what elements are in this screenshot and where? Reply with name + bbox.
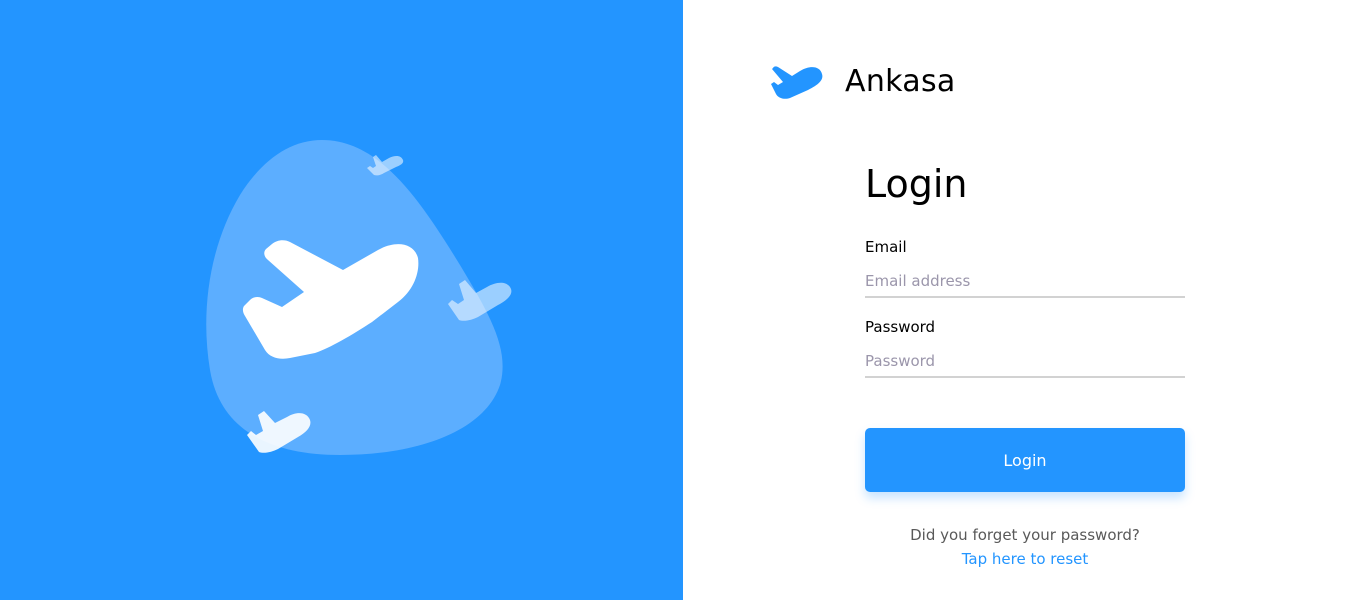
login-panel: Ankasa Login Email Password Login Did yo… xyxy=(683,0,1366,600)
email-label: Email xyxy=(865,238,907,256)
brand: Ankasa xyxy=(770,62,955,102)
plane-takeoff-icon xyxy=(771,66,823,99)
page-title: Login xyxy=(865,162,968,206)
brand-name: Ankasa xyxy=(845,64,956,99)
forgot-password-text: Did you forget your password? xyxy=(910,526,1140,544)
hero-illustration xyxy=(206,140,512,455)
login-button[interactable]: Login xyxy=(865,428,1185,492)
reset-password-link[interactable]: Tap here to reset xyxy=(865,549,1185,569)
password-label: Password xyxy=(865,318,936,336)
hero-panel xyxy=(0,0,683,600)
password-field[interactable] xyxy=(865,346,1185,378)
email-field[interactable] xyxy=(865,266,1185,298)
